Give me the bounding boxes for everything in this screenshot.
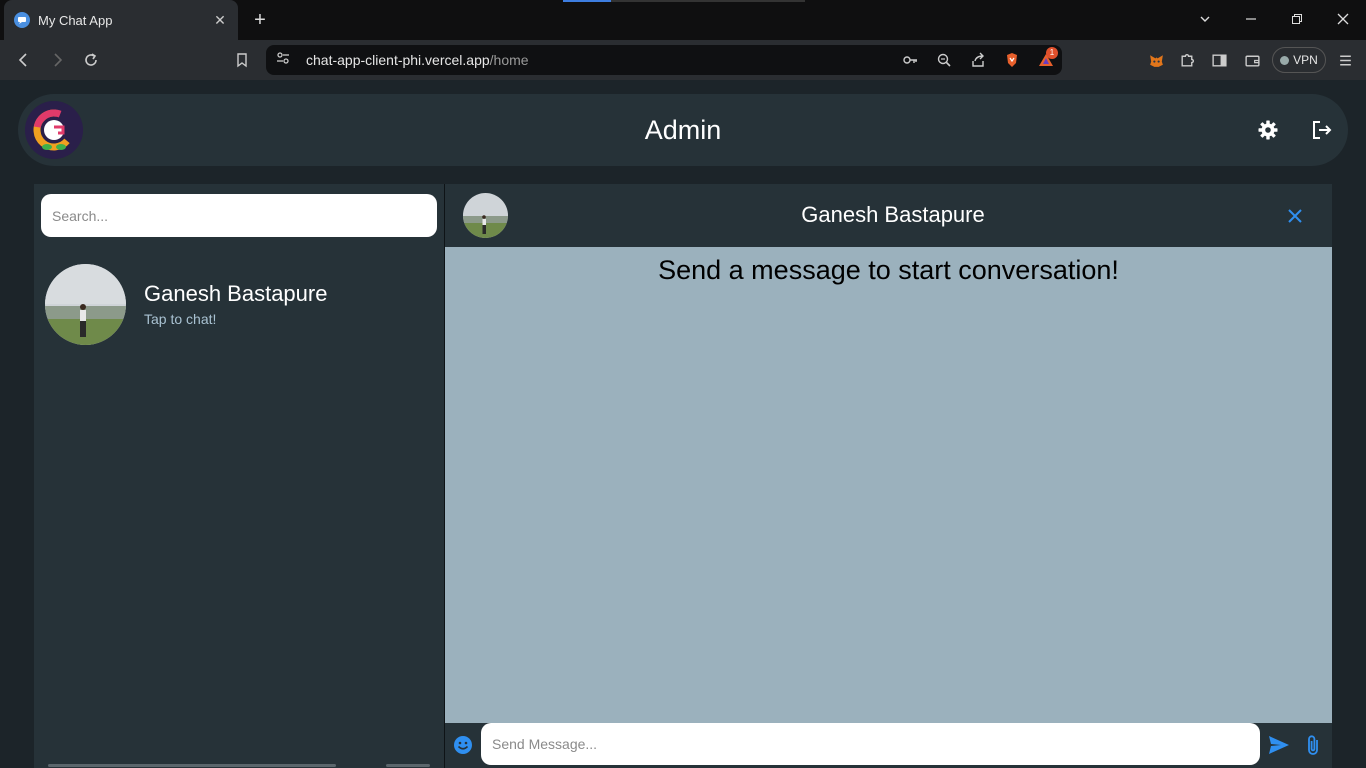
logout-icon[interactable] [1310,118,1334,142]
contact-subtitle: Tap to chat! [144,311,217,327]
browser-tab[interactable]: My Chat App ✕ [4,0,238,40]
new-tab-button[interactable]: + [250,8,270,32]
url-host: chat-app-client-phi.vercel.app [306,52,490,68]
emoji-icon[interactable] [452,734,474,756]
contact-list-item[interactable]: Ganesh Bastapure Tap to chat! [34,254,444,354]
send-icon[interactable] [1267,733,1291,757]
bookmark-icon[interactable] [230,48,254,72]
settings-gear-icon[interactable] [1256,118,1280,142]
chat-contact-name: Ganesh Bastapure [801,202,985,227]
tab-strip-indicator [563,0,611,2]
message-composer [445,723,1332,768]
chat-favicon-icon [14,12,30,28]
search-input[interactable] [41,194,437,237]
tab-list-chevron-icon[interactable] [1193,8,1217,32]
horizontal-scrollbar[interactable] [48,764,336,767]
tab-close-icon[interactable]: ✕ [212,12,228,29]
forward-arrow-icon[interactable] [45,48,69,72]
zoom-icon[interactable] [934,48,954,72]
messages-area: Send a message to start conversation! [445,247,1332,723]
contacts-sidebar: Ganesh Bastapure Tap to chat! [34,184,444,768]
address-bar[interactable]: chat-app-client-phi.vercel.app/home [266,45,1062,75]
close-icon[interactable] [1283,204,1307,228]
extensions-puzzle-icon[interactable] [1176,48,1198,72]
empty-conversation-message: Send a message to start conversation! [658,255,1119,285]
contact-name: Ganesh Bastapure [144,281,328,306]
tab-title: My Chat App [38,12,113,28]
rewards-badge: 1 [1046,47,1058,59]
attachment-icon[interactable] [1302,733,1324,757]
vpn-status-icon [1280,55,1290,65]
browser-tabbar: My Chat App ✕ + [0,0,1366,40]
app-header: Admin [18,94,1348,166]
back-arrow-icon[interactable] [12,48,36,72]
chat-panel: Ganesh Bastapure Send a message to start… [445,184,1332,768]
vpn-label: VPN [1293,53,1318,67]
close-window-button[interactable] [1331,8,1355,32]
avatar [45,264,126,345]
sidebar-toggle-icon[interactable] [1208,48,1230,72]
url-path: /home [489,52,529,68]
vpn-button[interactable]: VPN [1272,47,1326,73]
browser-menu-icon[interactable] [1334,48,1356,72]
reload-icon[interactable] [79,48,103,72]
key-icon[interactable] [900,48,920,72]
restore-button[interactable] [1285,8,1309,32]
share-icon[interactable] [968,48,988,72]
tab-strip-track [611,0,805,2]
brave-shields-icon[interactable] [1002,48,1022,72]
horizontal-scrollbar-thumb[interactable] [386,764,430,767]
metamask-icon[interactable] [1145,48,1167,72]
message-input[interactable] [481,723,1260,765]
chat-header: Ganesh Bastapure [445,184,1332,247]
wallet-icon[interactable] [1241,48,1263,72]
page-title: Admin [644,115,722,145]
site-settings-icon[interactable] [276,51,290,70]
minimize-button[interactable] [1239,8,1263,32]
